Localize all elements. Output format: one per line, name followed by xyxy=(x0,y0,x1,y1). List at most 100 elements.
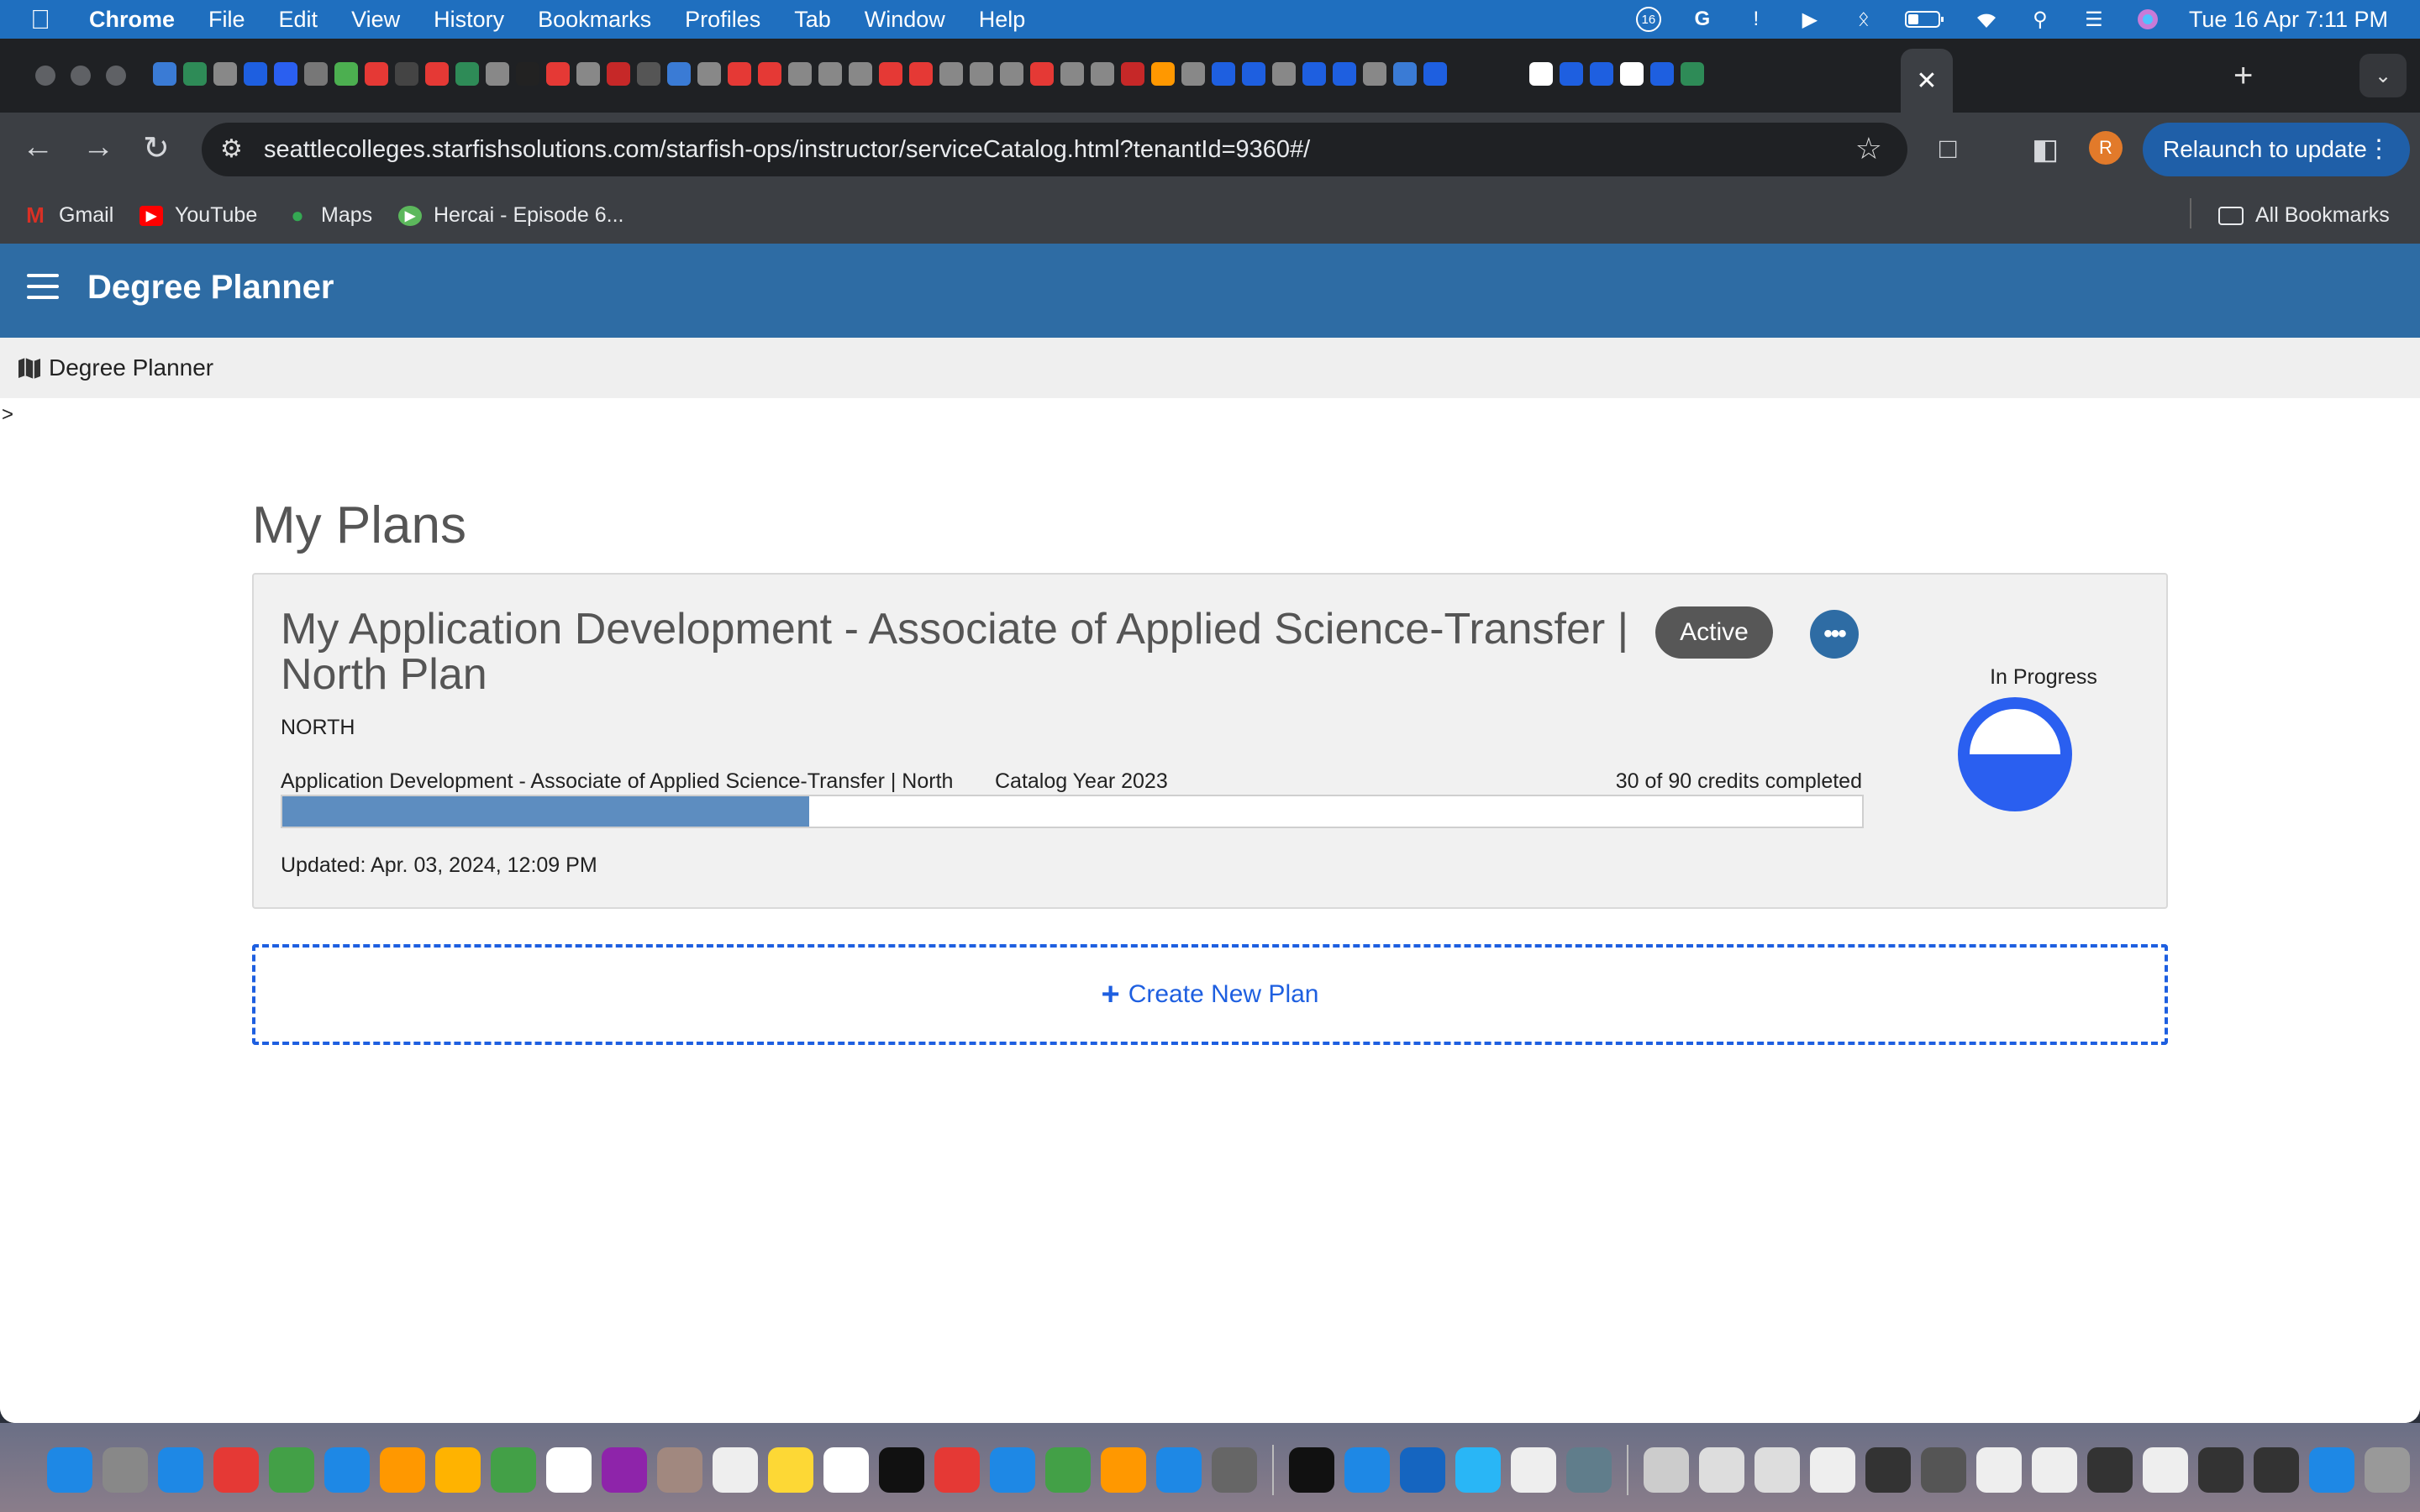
tab-favicon-icon[interactable] xyxy=(1030,62,1054,86)
bookmark-youtube[interactable]: ▶ YouTube xyxy=(139,203,257,228)
menubar-clock[interactable]: Tue 16 Apr 7:11 PM xyxy=(2189,7,2388,33)
dock-app-icon[interactable] xyxy=(990,1447,1035,1493)
tab-favicon-icon[interactable] xyxy=(244,62,267,86)
tab-favicon-icon[interactable] xyxy=(728,62,751,86)
dock-app-icon[interactable] xyxy=(324,1447,370,1493)
all-bookmarks-button[interactable]: All Bookmarks xyxy=(2218,203,2390,228)
tab-favicon-icon[interactable] xyxy=(1363,62,1386,86)
tab-favicon-icon[interactable] xyxy=(516,62,539,86)
wifi-icon[interactable] xyxy=(1974,7,1999,32)
tab-favicon-icon[interactable] xyxy=(425,62,449,86)
tab-favicon-icon[interactable] xyxy=(1302,62,1326,86)
tab-favicon-icon[interactable] xyxy=(1590,62,1613,86)
dock-app-icon[interactable] xyxy=(380,1447,425,1493)
plan-name[interactable]: My Application Development - Associate o… xyxy=(281,606,1642,697)
dock-app-icon[interactable] xyxy=(1455,1447,1501,1493)
bookmark-star-icon[interactable]: ☆ xyxy=(1855,131,1882,166)
dock-app-icon[interactable] xyxy=(269,1447,314,1493)
tab-favicon-icon[interactable] xyxy=(788,62,812,86)
dock-app-icon[interactable] xyxy=(2198,1447,2244,1493)
dock-app-icon[interactable] xyxy=(103,1447,148,1493)
breadcrumb[interactable]: Degree Planner xyxy=(17,354,213,381)
play-circle-icon[interactable]: ▶ xyxy=(1797,7,1823,32)
tab-favicon-icon[interactable] xyxy=(758,62,781,86)
tab-favicon-icon[interactable] xyxy=(1091,62,1114,86)
dock-app-icon[interactable] xyxy=(546,1447,592,1493)
tab-favicon-icon[interactable] xyxy=(365,62,388,86)
dock-app-icon[interactable] xyxy=(1699,1447,1744,1493)
tab-favicon-icon[interactable] xyxy=(1000,62,1023,86)
tab-favicon-icon[interactable] xyxy=(637,62,660,86)
tab-favicon-icon[interactable] xyxy=(546,62,570,86)
reload-icon[interactable]: ↻ xyxy=(143,129,170,167)
tab-favicon-icon[interactable] xyxy=(909,62,933,86)
dock-app-icon[interactable] xyxy=(713,1447,758,1493)
dock-app-icon[interactable] xyxy=(2309,1447,2354,1493)
dock-app-icon[interactable] xyxy=(2032,1447,2077,1493)
tab-favicon-icon[interactable] xyxy=(1650,62,1674,86)
dock-app-icon[interactable] xyxy=(1400,1447,1445,1493)
forward-arrow-icon[interactable]: → xyxy=(82,129,114,165)
menu-bookmarks[interactable]: Bookmarks xyxy=(538,7,651,33)
tab-favicon-icon[interactable] xyxy=(213,62,237,86)
tab-favicon-icon[interactable] xyxy=(1333,62,1356,86)
dock-app-icon[interactable] xyxy=(1045,1447,1091,1493)
tab-favicon-icon[interactable] xyxy=(697,62,721,86)
bookmark-hercai[interactable]: ▶ Hercai - Episode 6... xyxy=(398,203,624,228)
menu-history[interactable]: History xyxy=(434,7,504,33)
menu-window[interactable]: Window xyxy=(865,7,945,33)
dock-app-icon[interactable] xyxy=(657,1447,702,1493)
more-options-button[interactable]: ••• xyxy=(1810,610,1859,659)
menu-tab[interactable]: Tab xyxy=(794,7,831,33)
dock-app-icon[interactable] xyxy=(1566,1447,1612,1493)
spotlight-search-icon[interactable]: ⚲ xyxy=(2028,7,2053,32)
notification-badge-icon[interactable]: 16 xyxy=(1635,7,1661,32)
dock-app-icon[interactable] xyxy=(1511,1447,1556,1493)
tab-favicon-icon[interactable] xyxy=(486,62,509,86)
menu-help[interactable]: Help xyxy=(979,7,1026,33)
tab-favicon-icon[interactable] xyxy=(1121,62,1144,86)
bookmark-maps[interactable]: ● Maps xyxy=(286,202,372,228)
back-arrow-icon[interactable]: ← xyxy=(22,129,54,165)
bookmark-gmail[interactable]: M Gmail xyxy=(24,202,113,228)
tab-favicon-icon[interactable] xyxy=(1423,62,1447,86)
tab-favicon-icon[interactable] xyxy=(304,62,328,86)
tab-favicon-icon[interactable] xyxy=(1560,62,1583,86)
dock-app-icon[interactable] xyxy=(1921,1447,1966,1493)
dock-app-icon[interactable] xyxy=(1976,1447,2022,1493)
siri-icon[interactable] xyxy=(2135,7,2160,32)
dock-app-icon[interactable] xyxy=(602,1447,647,1493)
zoom-window-button[interactable] xyxy=(106,66,126,86)
relaunch-to-update-button[interactable]: Relaunch to update ⋮ xyxy=(2143,123,2410,176)
dock-app-icon[interactable] xyxy=(1344,1447,1390,1493)
dock-app-icon[interactable] xyxy=(1810,1447,1855,1493)
tab-favicon-icon[interactable] xyxy=(183,62,207,86)
plan-card[interactable]: My Application Development - Associate o… xyxy=(252,573,2168,909)
url-text[interactable]: seattlecolleges.starfishsolutions.com/st… xyxy=(264,136,1310,164)
tab-favicon-icon[interactable] xyxy=(607,62,630,86)
tab-favicon-icon[interactable] xyxy=(1620,62,1644,86)
tab-favicon-icon[interactable] xyxy=(153,62,176,86)
tab-favicon-icon[interactable] xyxy=(970,62,993,86)
menu-app-name[interactable]: Chrome xyxy=(89,7,175,33)
bluetooth-icon[interactable]: ᛟ xyxy=(1851,7,1876,32)
tab-favicon-icon[interactable] xyxy=(1181,62,1205,86)
tab-favicon-icon[interactable] xyxy=(1212,62,1235,86)
menu-edit[interactable]: Edit xyxy=(279,7,318,33)
tab-favicon-icon[interactable] xyxy=(1151,62,1175,86)
tab-favicon-icon[interactable] xyxy=(274,62,297,86)
tab-favicon-icon[interactable] xyxy=(1393,62,1417,86)
tab-favicon-icon[interactable] xyxy=(334,62,358,86)
tab-favicon-icon[interactable] xyxy=(1060,62,1084,86)
dock-app-icon[interactable] xyxy=(435,1447,481,1493)
tab-favicon-icon[interactable] xyxy=(1242,62,1265,86)
hamburger-menu-icon[interactable] xyxy=(27,274,59,301)
dock-app-icon[interactable] xyxy=(823,1447,869,1493)
active-tab-close-icon[interactable]: ✕ xyxy=(1901,49,1953,113)
side-panel-icon[interactable]: ◧ xyxy=(2032,133,2059,166)
extensions-puzzle-icon[interactable]: □ xyxy=(1939,133,1957,165)
create-new-plan-button[interactable]: + Create New Plan xyxy=(252,944,2168,1045)
apple-menu-icon[interactable]:  xyxy=(30,4,64,35)
dock-app-icon[interactable] xyxy=(1754,1447,1800,1493)
tab-favicon-icon[interactable] xyxy=(1529,62,1553,86)
